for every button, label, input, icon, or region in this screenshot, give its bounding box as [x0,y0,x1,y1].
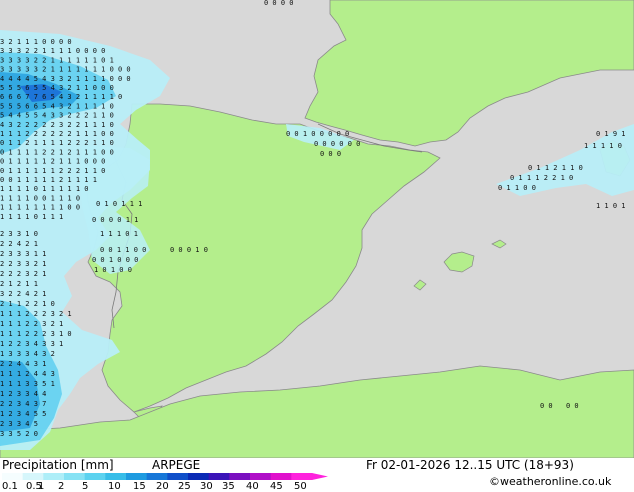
precip-value-row: 1 1 1 1 0 1 1 1 1 1 0 [0,185,89,193]
iberia-value-row: 0 0 0 0 1 1 [92,216,138,224]
precip-value-row: 3 2 1 1 1 0 0 0 0 [0,38,72,46]
precip-value-row: 1 1 1 2 2 2 2 2 2 1 1 1 0 0 [0,130,114,138]
africa-value-row: 0 0 [540,402,553,410]
coast-value-row: 1 1 1 2 2 3 2 1 [0,320,63,328]
precip-value-row: 0 1 1 1 1 1 1 2 2 2 1 1 0 [0,167,105,175]
med-value-row: 0 1 1 0 0 [498,184,536,192]
scale-swatch [84,473,106,480]
scale-label: 30 [200,481,213,492]
scale-arrow [312,473,328,480]
africa-value-row: 0 0 [566,402,579,410]
map-canvas: 3 2 1 1 1 0 0 0 03 3 3 2 2 1 1 1 1 0 0 0… [0,0,634,458]
coast-value-row: 2 2 2 3 2 1 [0,270,46,278]
scale-label: 45 [270,481,283,492]
precip-value-row: 0 0 1 1 1 1 1 2 1 1 1 1 [0,176,97,184]
precip-value-row: 6 6 6 7 7 6 5 4 3 2 1 1 1 1 0 [0,93,122,101]
scale-swatch [188,473,210,480]
precip-value-row: 5 5 5 6 6 5 4 3 2 1 1 1 1 0 [0,102,114,110]
precip-value-row: 1 1 1 1 1 1 1 1 0 0 [0,204,80,212]
coast-value-row: 1 1 1 2 2 2 3 2 1 [0,310,72,318]
coast-value-row: 2 1 1 2 2 1 0 [0,300,55,308]
central-value-row: 0 0 0 [320,150,341,158]
coast-value-row: 1 1 1 2 4 4 3 [0,370,55,378]
med-value-row: 0 1 9 1 [596,130,626,138]
scale-swatch [229,473,251,480]
coast-value-row: 1 2 3 4 5 5 [0,410,46,418]
precip-value-row: 3 3 3 3 2 2 1 1 1 1 1 1 0 1 [0,56,114,64]
scale-label: 35 [222,481,235,492]
precip-value-row: 0 1 1 2 1 1 1 1 2 2 2 1 1 0 [0,139,114,147]
coast-value-row: 1 3 3 3 4 3 2 [0,350,55,358]
scale-swatch [64,473,86,480]
coast-value-row: 2 1 2 1 1 [0,280,38,288]
iberia-value-row: 1 0 1 0 0 [94,266,132,274]
precipitation-map[interactable]: 3 2 1 1 1 0 0 0 03 3 3 2 2 1 1 1 1 0 0 0… [0,0,634,458]
coast-value-row: 2 2 3 4 3 7 [0,400,46,408]
precip-value-row: 0 1 1 1 1 2 2 1 2 1 1 1 0 0 [0,148,114,156]
scale-swatch [146,473,168,480]
precip-value-row: 4 4 4 4 5 4 3 3 2 1 1 1 1 0 0 0 [0,75,131,83]
iberia-value-row: 0 0 0 1 0 [170,246,208,254]
precip-value-row: 0 1 1 1 1 1 2 1 1 1 0 0 0 [0,158,105,166]
valid-datetime: Fr 02-01-2026 12..15 UTC (18+93) [366,458,574,472]
coast-value-row: 1 1 1 2 2 2 3 1 0 [0,330,72,338]
scale-label: 5 [82,481,89,492]
coast-value-row: 2 3 3 4 5 [0,420,38,428]
scale-label: 50 [294,481,307,492]
scale-swatch [22,473,44,480]
color-scale [2,473,328,480]
scale-swatch [270,473,292,480]
scale-swatch [208,473,230,480]
scale-swatch [167,473,189,480]
precip-value-row: 3 3 3 2 2 1 1 1 1 0 0 0 0 [0,47,105,55]
coast-value-row: 2 2 4 4 3 1 [0,360,46,368]
map-title: Precipitation [mm] [2,458,114,472]
scale-label: 2 [58,481,65,492]
scale-label: 20 [156,481,169,492]
scale-swatch [43,473,65,480]
scale-swatch [105,473,127,480]
legend-footer: Precipitation [mm] ARPEGE Fr 02-01-2026 … [0,458,634,492]
coast-value-row: 2 2 3 3 2 1 [0,260,46,268]
precip-value-row: 4 3 2 2 2 2 2 3 2 2 1 1 1 0 [0,121,114,129]
precip-value-row: 5 5 5 6 5 5 4 3 2 1 1 0 0 0 [0,84,114,92]
coast-value-row: 3 3 5 2 0 [0,430,38,438]
scale-label: 40 [246,481,259,492]
med-value-row: 1 1 0 1 [596,202,626,210]
top-value-row: 0 0 0 0 [264,0,294,7]
scale-swatch [2,473,24,480]
central-value-row: 0 0 1 0 0 0 0 0 [286,130,349,138]
scale-label: 15 [133,481,146,492]
coast-value-row: 1 1 1 3 3 5 1 [0,380,55,388]
iberia-value-row: 0 0 1 0 0 0 [92,256,138,264]
precip-value-row: 5 4 4 5 5 4 3 3 2 2 2 1 1 0 [0,112,114,120]
central-value-row: 0 0 0 0 0 0 [314,140,360,148]
coast-value-row: 2 2 4 2 1 [0,240,38,248]
precip-value-row: 1 1 1 1 0 1 1 1 [0,213,63,221]
iberia-value-row: 0 0 1 1 0 0 [100,246,146,254]
coast-value-row: 1 2 3 3 4 4 [0,390,46,398]
coast-value-row: 1 2 2 3 4 3 3 1 [0,340,63,348]
precip-value-row: 3 3 3 3 3 2 1 1 1 1 1 1 1 0 0 0 [0,66,131,74]
credit: ©weatheronline.co.uk [489,475,612,488]
scale-label: 1 [38,481,45,492]
iberia-value-row: 1 1 1 0 1 [100,230,138,238]
model-name: ARPEGE [152,458,201,472]
scale-label: 25 [178,481,191,492]
med-value-row: 0 1 1 2 1 1 0 [528,164,583,172]
scale-swatch [291,473,313,480]
med-value-row: 1 1 1 1 0 [584,142,622,150]
med-value-row: 0 1 1 1 2 2 1 0 [510,174,573,182]
scale-swatch [126,473,148,480]
iberia-value-row: 0 1 0 1 1 1 [96,200,142,208]
coast-value-row: 2 3 3 3 1 1 [0,250,46,258]
scale-label: 0.1 [2,481,18,492]
scale-label: 10 [108,481,121,492]
coast-value-row: 2 3 3 1 0 [0,230,38,238]
precip-value-row: 1 1 1 1 0 0 1 1 1 0 [0,194,80,202]
scale-swatch [250,473,272,480]
coast-value-row: 3 2 2 4 2 1 [0,290,46,298]
